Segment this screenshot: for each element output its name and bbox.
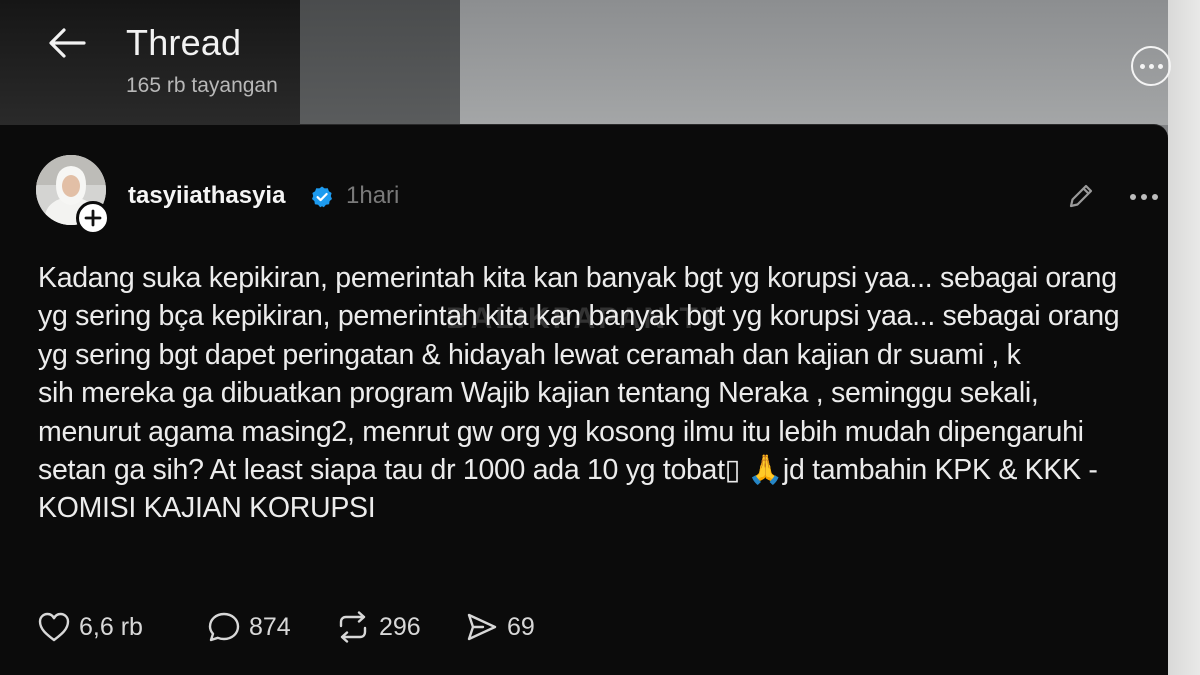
like-button[interactable]: 6,6 rb [37,609,143,645]
page-title: Thread [126,22,242,63]
verified-icon [312,186,332,208]
options-icon [1139,63,1145,69]
reply-icon [208,612,240,642]
options-icon-dot [1157,63,1163,69]
edit-icon [1069,184,1093,208]
view-count: 165 rb tayangan [126,74,278,97]
reply-count: 874 [249,612,291,641]
username[interactable]: tasyiiathasyia [128,182,285,210]
like-count: 6,6 rb [79,612,143,641]
post-line: yg sering bgt dapet peringatan & hidayah… [38,338,1021,371]
post-line: yg sering bça kepikiran, pemerintah kita… [38,300,1120,333]
background-shadow [300,0,460,125]
heart-icon [38,612,70,642]
post-line-text: setan ga sih? At least siapa tau dr 1000… [38,454,725,487]
post-line: KOMISI KAJIAN KORUPSI [38,492,376,525]
share-icon [467,613,497,641]
edit-button[interactable] [1064,179,1098,213]
back-arrow-icon [49,28,86,58]
missing-glyph-box: ▯ [724,454,741,487]
follow-add-button[interactable] [76,201,110,235]
repost-button[interactable]: 296 [335,609,421,645]
pray-emoji: 🙏 [747,454,783,487]
post-line: sih mereka ga dibuatkan program Wajib ka… [38,377,1039,410]
post-time: 1hari [346,182,400,209]
more-icon-dot [1152,194,1158,200]
more-icon-dot [1141,194,1147,200]
options-icon-dot [1148,63,1154,69]
background-door [1168,0,1200,675]
post-line: menurut agama masing2, menrut gw org yg … [38,415,1084,448]
more-icon [1130,194,1136,200]
post-line-tail: jd tambahin KPK & KKK - [782,454,1098,487]
options-button[interactable] [1131,46,1171,86]
back-button[interactable] [44,24,90,62]
add-icon [84,209,102,227]
more-button[interactable] [1130,185,1168,209]
post-line: setan ga sih? At least siapa tau dr 1000… [38,451,1148,489]
post-card: tasyiiathasyia 1hari Kadang suka kepikir… [0,124,1168,675]
share-count: 69 [507,612,535,641]
reply-button[interactable]: 874 [207,609,291,645]
post-line: Kadang suka kepikiran, pemerintah kita k… [38,262,1117,294]
background-room-wall [460,0,1200,125]
post-text: Kadang suka kepikiran, pemerintah kita k… [38,259,1148,528]
share-button[interactable]: 69 [465,609,535,645]
repost-icon [339,611,367,643]
repost-count: 296 [379,612,421,641]
